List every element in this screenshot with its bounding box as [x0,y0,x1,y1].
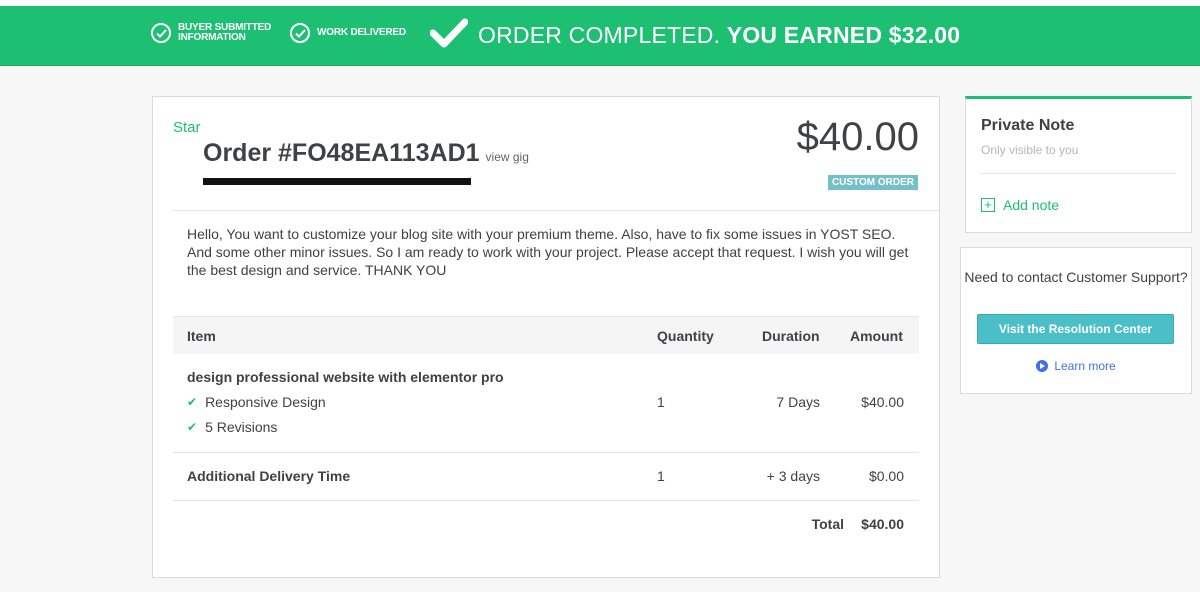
feature-label: Responsive Design [205,394,326,410]
item-amount: $0.00 [868,468,904,484]
custom-order-badge: CUSTOM ORDER [827,175,918,190]
order-price: $40.00 [796,115,919,159]
order-card: Star Order #FO48EA113AD1 view gig $40.00 … [152,96,940,578]
step-label: WORK DELIVERED [317,27,406,38]
item-name: design professional website with element… [187,369,504,385]
private-note-panel: Private Note Only visible to you + Add n… [965,96,1192,233]
item-quantity: 1 [657,394,665,410]
step-work-delivered: WORK DELIVERED [290,23,417,43]
header-amount: Amount [850,328,903,344]
item-amount: $40.00 [861,394,904,410]
total-label: Total [811,516,844,532]
redacted-info [203,178,471,185]
order-completed-message: ORDER COMPLETED. YOU EARNED $32.00 [429,18,961,53]
order-number: Order #FO48EA113AD1 [203,139,480,167]
check-icon: ✔ [187,420,198,434]
feature-item: ✔ Responsive Design [187,394,326,410]
play-icon [1036,360,1049,372]
check-icon: ✔ [187,395,198,409]
feature-item: ✔ 5 Revisions [187,419,277,435]
plus-icon: + [981,198,995,212]
order-tag: Star [173,119,201,136]
divider [981,173,1176,174]
step-buyer-submitted: BUYER SUBMITTED INFORMATION [151,23,278,43]
item-duration: + 3 days [766,468,820,484]
support-panel: Need to contact Customer Support? Visit … [960,247,1192,394]
header-duration: Duration [762,328,820,344]
big-check-icon [429,18,469,53]
learn-more-label: Learn more [1054,359,1116,373]
private-note-title: Private Note [981,117,1075,134]
order-status-banner: BUYER SUBMITTED INFORMATION WORK DELIVER… [0,6,1200,66]
item-quantity: 1 [657,468,665,484]
item-duration: 7 Days [776,394,820,410]
header-quantity: Quantity [657,328,714,344]
order-message: Hello, You want to customize your blog s… [187,226,909,278]
earned-text: YOU EARNED $32.00 [726,22,961,48]
add-note-label: Add note [1003,197,1060,213]
completed-text: ORDER COMPLETED. [478,22,721,48]
view-gig-link[interactable]: view gig [486,150,529,164]
add-note-button[interactable]: + Add note [981,197,1059,213]
page-title: Order #FO48EA113AD1 view gig [203,139,529,168]
private-note-subtitle: Only visible to you [981,143,1079,157]
check-circle-icon [290,23,310,43]
support-question: Need to contact Customer Support? [964,269,1188,285]
item-name: Additional Delivery Time [187,468,351,484]
learn-more-link[interactable]: Learn more [961,359,1191,373]
feature-label: 5 Revisions [205,419,278,435]
total-value: $40.00 [861,516,904,532]
table-header: Item Quantity Duration Amount [173,316,919,354]
row-divider [173,500,919,501]
step-label: BUYER SUBMITTED INFORMATION [178,22,272,43]
header-item: Item [187,328,216,344]
resolution-center-button[interactable]: Visit the Resolution Center [977,314,1174,344]
divider [173,210,939,211]
check-circle-icon [151,23,171,43]
row-divider [173,452,919,453]
